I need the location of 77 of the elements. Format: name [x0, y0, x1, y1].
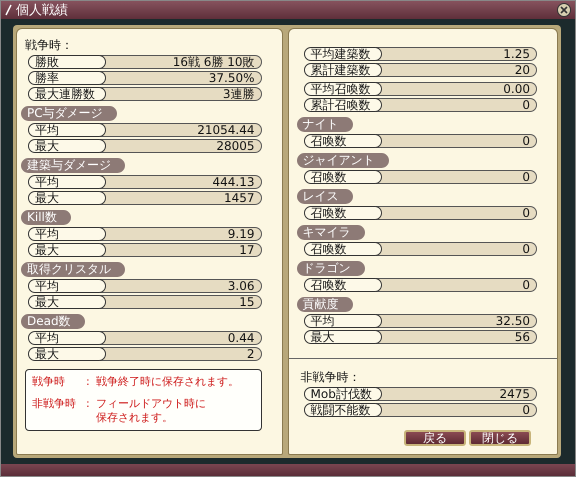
- section-title: 取得クリスタル: [21, 262, 125, 277]
- note-text: 保存されます。: [96, 411, 174, 425]
- stat-value: 0: [376, 242, 537, 256]
- stat-value: 3連勝: [100, 87, 262, 101]
- note-colon: :: [86, 375, 91, 389]
- note-term: 非戦争時: [32, 397, 77, 412]
- stat-label: 勝敗: [28, 55, 106, 69]
- section-title: 貢献度: [296, 297, 352, 312]
- section-title: ドラゴン: [296, 261, 364, 276]
- stat-label: 平均召喚数: [304, 82, 382, 96]
- stat-value: 28005: [100, 139, 262, 153]
- stat-value: 0: [376, 134, 537, 148]
- stat-label: 最大: [28, 191, 106, 205]
- stat-value: 16戦 6勝 10敗: [100, 55, 262, 69]
- stat-label: 勝率: [28, 71, 106, 85]
- dialog-button[interactable]: 閉じる: [469, 430, 531, 446]
- close-icon: [560, 6, 568, 14]
- note-term: 戦争時: [32, 375, 66, 389]
- stat-value: 2: [100, 347, 262, 361]
- stat-value: 3.06: [100, 279, 262, 293]
- window-title: 個人戦績: [16, 4, 68, 16]
- stat-value: 1.25: [376, 47, 537, 61]
- stat-value: 0.00: [376, 82, 537, 96]
- note-colon: :: [86, 397, 91, 412]
- dialog-button[interactable]: 戻る: [404, 430, 466, 446]
- section-title: Kill数: [21, 210, 71, 225]
- section-heading: 戦争時：: [25, 37, 74, 53]
- note-text: 戦争終了時に保存されます。: [96, 375, 239, 389]
- stat-label: Mob討伐数: [304, 387, 382, 401]
- stat-label: 平均: [28, 331, 106, 345]
- stat-value: 0: [376, 206, 537, 220]
- stat-value: 1457: [100, 191, 262, 205]
- stat-label: 最大: [28, 139, 106, 153]
- section-title: ナイト: [296, 117, 352, 132]
- stat-label: 最大: [304, 330, 382, 344]
- stat-label: 最大: [28, 347, 106, 361]
- stat-value: 0: [376, 170, 537, 184]
- close-button[interactable]: [557, 3, 571, 17]
- section-title: キマイラ: [296, 225, 364, 240]
- stat-value: 21054.44: [100, 123, 262, 137]
- section-title: 建築与ダメージ: [21, 158, 125, 173]
- stat-label: 最大: [28, 243, 106, 257]
- stat-label: 累計召喚数: [304, 98, 382, 112]
- section-title: PC与ダメージ: [21, 106, 117, 121]
- stat-value: 37.50%: [100, 71, 262, 85]
- note-text: フィールドアウト時に: [96, 397, 206, 411]
- stat-label: 召喚数: [304, 278, 382, 292]
- stat-value: 56: [376, 330, 537, 344]
- stat-value: 0: [376, 403, 537, 417]
- stat-value: 17: [100, 243, 262, 257]
- stat-label: 召喚数: [304, 206, 382, 220]
- stat-value: 15: [100, 295, 262, 309]
- stat-value: 0: [376, 278, 537, 292]
- stat-label: 平均: [28, 279, 106, 293]
- stat-label: 召喚数: [304, 170, 382, 184]
- stat-label: 戦闘不能数: [304, 403, 382, 417]
- stat-label: 最大連勝数: [28, 87, 106, 101]
- section-heading: 非戦争時：: [300, 369, 362, 385]
- section-title: ジャイアント: [296, 153, 388, 168]
- stat-label: 最大: [28, 295, 106, 309]
- stat-value: 2475: [376, 387, 537, 401]
- stat-label: 平均: [28, 175, 106, 189]
- stat-label: 召喚数: [304, 242, 382, 256]
- stat-value: 9.19: [100, 227, 262, 241]
- stat-label: 累計建築数: [304, 63, 382, 77]
- section-title: レイス: [296, 189, 352, 204]
- stat-value: 0: [376, 98, 537, 112]
- stat-value: 0.44: [100, 331, 262, 345]
- stat-label: 召喚数: [304, 134, 382, 148]
- stat-value: 20: [376, 63, 537, 77]
- stat-label: 平均: [28, 123, 106, 137]
- section-title: Dead数: [21, 314, 85, 329]
- stat-label: 平均: [304, 314, 382, 328]
- stat-value: 32.50: [376, 314, 537, 328]
- stat-label: 平均建築数: [304, 47, 382, 61]
- stat-label: 平均: [28, 227, 106, 241]
- stat-value: 444.13: [100, 175, 262, 189]
